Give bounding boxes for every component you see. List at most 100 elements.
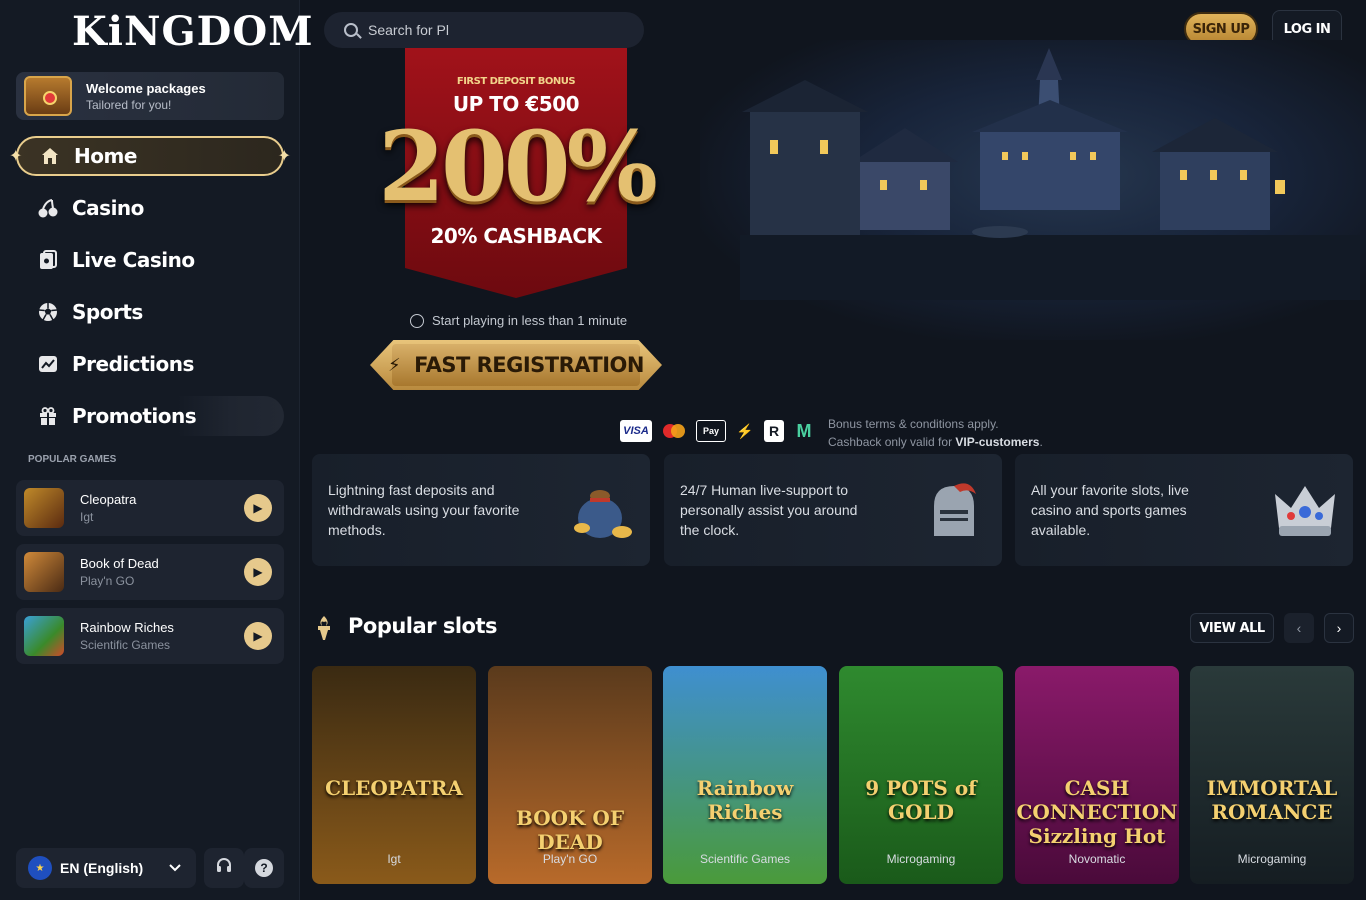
visa-icon: VISA [620,420,652,442]
game-name: Rainbow Riches [80,620,174,635]
game-provider: Igt [80,510,94,524]
feature-card-games: All your favorite slots, live casino and… [1015,454,1353,566]
bonus-percent: 200% [378,110,658,223]
slot-card[interactable]: Rainbow Riches Scientific Games [663,666,827,884]
nav-item-live-casino[interactable]: Live Casino [16,240,284,280]
soccer-ball-icon [36,300,60,324]
nav-label-home: Home [74,144,137,168]
welcome-packages-banner[interactable]: Welcome packages Tailored for you! [16,72,284,120]
gift-icon [36,404,60,428]
slot-title-art: CLEOPATRA [325,776,463,800]
slot-title-art: IMMORTAL ROMANCE [1206,776,1338,824]
game-thumbnail [24,552,64,592]
first-deposit-label: FIRST DEPOSIT BONUS [456,76,576,87]
play-icon[interactable]: ▶ [244,622,272,650]
help-button[interactable]: ? [244,848,284,888]
view-all-button[interactable]: VIEW ALL [1190,613,1274,643]
cashback-label: 20% CASHBACK [430,224,602,248]
fast-registration-label: FAST REGISTRATION [414,353,644,377]
slot-provider: Novomatic [1068,852,1126,866]
nav-item-promotions[interactable]: Promotions [16,396,284,436]
support-button[interactable] [204,848,244,888]
play-icon[interactable]: ▶ [244,494,272,522]
search-bar[interactable] [324,12,644,48]
nav-item-home[interactable]: Home [9,136,291,176]
slot-card[interactable]: CASH CONNECTION Sizzling Hot Novomatic [1015,666,1179,884]
r-payment-icon: R [764,420,784,442]
kingdom-logo[interactable]: KiNGDOM [72,8,314,55]
vip-customers: VIP-customers [955,435,1040,449]
popular-game-item[interactable]: Book of Dead Play'n GO ▶ [16,544,284,600]
terms-line-2: Cashback only valid for [828,435,956,449]
slot-title-art: BOOK OF DEAD [515,806,625,854]
slot-card[interactable]: CLEOPATRA Igt [312,666,476,884]
game-thumbnail [24,488,64,528]
play-icon[interactable]: ▶ [244,558,272,586]
chart-trend-icon [36,352,60,376]
eu-flag-icon: ★ [28,856,52,880]
nav-label-predictions: Predictions [72,352,194,376]
popular-games-heading: POPULAR GAMES [28,454,117,465]
slot-title-art: CASH CONNECTION Sizzling Hot [1016,776,1178,848]
nav-label-live-casino: Live Casino [72,248,195,272]
money-bag-icon [574,490,632,538]
slot-provider: Microgaming [1237,852,1307,866]
language-selector[interactable]: ★ EN (English) [16,848,196,888]
nav-label-sports: Sports [72,300,143,324]
welcome-title: Welcome packages [86,80,206,96]
game-name: Cleopatra [80,492,137,507]
question-icon: ? [255,859,273,877]
feature-text: 24/7 Human live-support to personally as… [680,482,858,538]
home-icon [38,144,62,168]
search-icon [344,23,358,37]
slot-provider: Igt [387,852,401,866]
welcome-subtitle: Tailored for you! [86,97,172,112]
payment-methods: VISA Pay ⚡ R M [620,420,816,442]
start-playing-note: Start playing in less than 1 minute [410,313,627,328]
fast-registration-button[interactable]: ⚡ FAST REGISTRATION [370,340,662,390]
chevron-right-icon[interactable]: › [1324,613,1354,643]
slot-provider: Play'n GO [542,852,598,866]
headset-icon [215,857,233,880]
nav-label-casino: Casino [72,196,144,220]
cherry-icon [36,196,60,220]
slot-card[interactable]: IMMORTAL ROMANCE Microgaming [1190,666,1354,884]
popular-game-item[interactable]: Rainbow Riches Scientific Games ▶ [16,608,284,664]
feature-card-support: 24/7 Human live-support to personally as… [664,454,1002,566]
game-provider: Scientific Games [80,638,171,652]
nav-item-predictions[interactable]: Predictions [16,344,284,384]
m-payment-icon: M [796,420,812,441]
feature-text: All your favorite slots, live casino and… [1031,482,1189,538]
game-thumbnail [24,616,64,656]
crown-icon [1275,486,1335,536]
slot-card[interactable]: BOOK OF DEAD Play'n GO [488,666,652,884]
nav-item-casino[interactable]: Casino [16,188,284,228]
chevron-left-icon[interactable]: ‹ [1284,613,1314,643]
slot-provider: Scientific Games [699,852,791,866]
clock-icon [410,313,424,328]
search-input[interactable] [368,22,608,38]
bonus-terms: Bonus terms & conditions apply. Cashback… [828,415,1043,451]
live-casino-icon [36,248,60,272]
popular-slots-title: Popular slots [348,614,498,638]
terms-line-1: Bonus terms & conditions apply. [828,417,999,431]
apple-pay-icon: Pay [696,420,726,442]
feature-card-payments: Lightning fast deposits and withdrawals … [312,454,650,566]
mastercard-icon [660,420,688,442]
slot-card[interactable]: 9 POTS of GOLD Microgaming [839,666,1003,884]
sidebar: KiNGDOM Welcome packages Tailored for yo… [0,0,313,900]
game-name: Book of Dead [80,556,159,571]
lightning-icon: ⚡ [388,354,401,376]
treasure-chest-icon [24,76,72,116]
nav-label-promotions: Promotions [72,404,197,428]
knight-helmet-icon [934,483,976,536]
castle-village-illustration [740,48,1360,300]
slot-title-art: 9 POTS of GOLD [865,776,977,824]
slot-title-art: Rainbow Riches [696,776,794,824]
chevron-down-icon [168,860,182,876]
terms-period: . [1039,435,1043,449]
feature-text: Lightning fast deposits and withdrawals … [328,482,520,538]
nav-item-sports[interactable]: Sports [16,292,284,332]
slot-provider: Microgaming [886,852,956,866]
popular-game-item[interactable]: Cleopatra Igt ▶ [16,480,284,536]
